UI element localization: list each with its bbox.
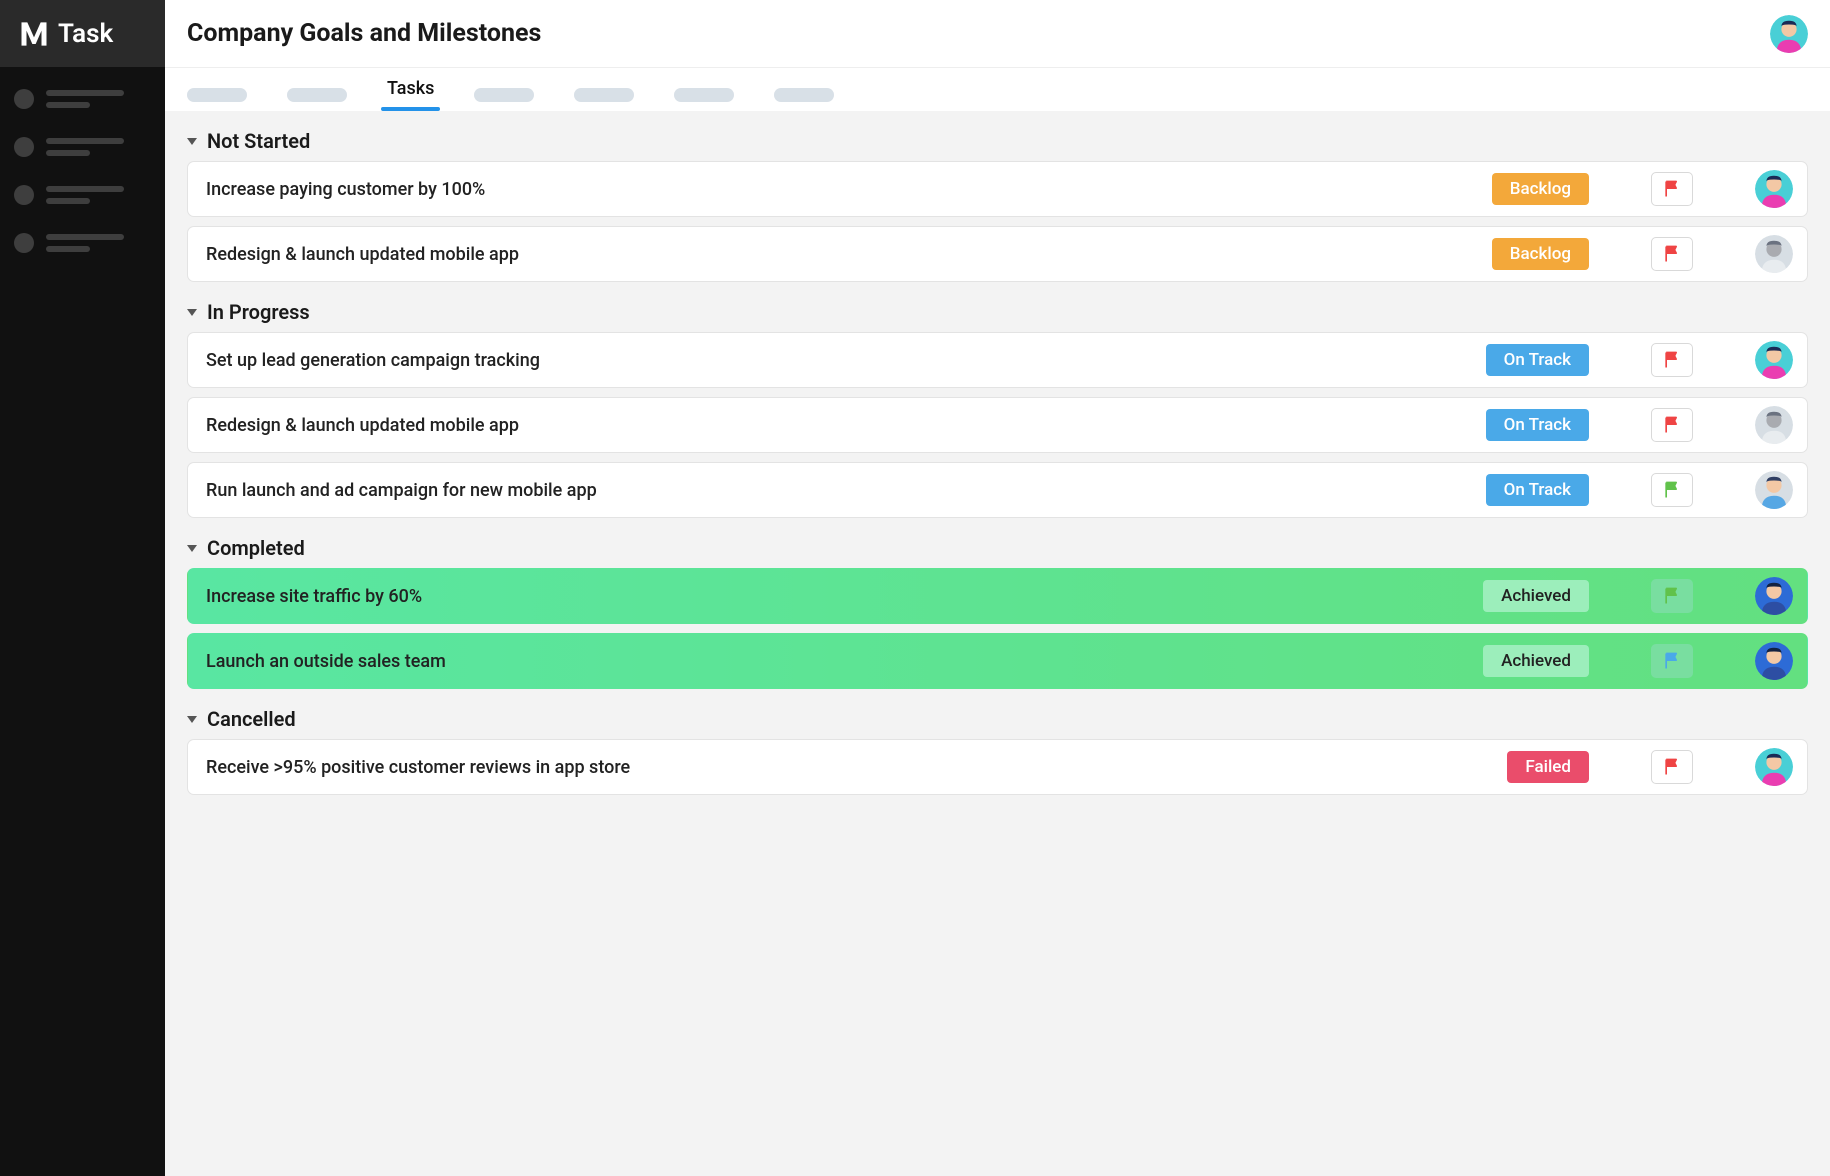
priority-flag[interactable] (1651, 408, 1693, 442)
assignee-avatar[interactable] (1755, 235, 1793, 273)
task-title: Increase paying customer by 100% (206, 179, 1478, 200)
tab-placeholder[interactable] (674, 88, 734, 102)
status-badge[interactable]: On Track (1486, 344, 1589, 376)
priority-flag[interactable] (1651, 473, 1693, 507)
status-badge[interactable]: Backlog (1492, 238, 1589, 270)
header-avatar[interactable] (1770, 15, 1808, 53)
main: Company Goals and Milestones Tasks Not S… (165, 0, 1830, 1176)
sidebar-item[interactable] (14, 233, 151, 253)
tabs: Tasks (165, 67, 1830, 111)
assignee-avatar[interactable] (1755, 471, 1793, 509)
task-title: Redesign & launch updated mobile app (206, 415, 1472, 436)
sidebar-item[interactable] (14, 137, 151, 157)
priority-flag[interactable] (1651, 172, 1693, 206)
section: Completed Increase site traffic by 60% A… (187, 536, 1808, 689)
priority-flag[interactable] (1651, 343, 1693, 377)
status-badge[interactable]: Achieved (1483, 645, 1589, 677)
chevron-down-icon (187, 716, 197, 723)
brand-logo[interactable]: Task (0, 0, 165, 67)
chevron-down-icon (187, 138, 197, 145)
section: In Progress Set up lead generation campa… (187, 300, 1808, 518)
section-header[interactable]: In Progress (187, 300, 1808, 324)
task-row[interactable]: Run launch and ad campaign for new mobil… (187, 462, 1808, 518)
task-row[interactable]: Launch an outside sales team Achieved (187, 633, 1808, 689)
sidebar-nav (0, 67, 165, 275)
section-title: Not Started (207, 129, 310, 153)
task-row[interactable]: Set up lead generation campaign tracking… (187, 332, 1808, 388)
tab-placeholder[interactable] (187, 88, 247, 102)
priority-flag[interactable] (1651, 579, 1693, 613)
section-title: Completed (207, 536, 305, 560)
task-title: Receive >95% positive customer reviews i… (206, 757, 1493, 778)
section: Not Started Increase paying customer by … (187, 129, 1808, 282)
priority-flag[interactable] (1651, 644, 1693, 678)
status-badge[interactable]: Achieved (1483, 580, 1589, 612)
section: Cancelled Receive >95% positive customer… (187, 707, 1808, 795)
status-badge[interactable]: Backlog (1492, 173, 1589, 205)
task-title: Run launch and ad campaign for new mobil… (206, 480, 1472, 501)
logo-icon (18, 18, 50, 50)
status-badge[interactable]: On Track (1486, 409, 1589, 441)
priority-flag[interactable] (1651, 237, 1693, 271)
brand-name: Task (58, 19, 113, 49)
assignee-avatar[interactable] (1755, 406, 1793, 444)
task-title: Redesign & launch updated mobile app (206, 244, 1478, 265)
page-title: Company Goals and Milestones (187, 19, 541, 48)
chevron-down-icon (187, 309, 197, 316)
task-title: Increase site traffic by 60% (206, 586, 1469, 607)
task-title: Set up lead generation campaign tracking (206, 350, 1472, 371)
status-badge[interactable]: On Track (1486, 474, 1589, 506)
tab-label: Tasks (387, 78, 434, 99)
tab-tasks[interactable]: Tasks (387, 78, 434, 111)
header: Company Goals and Milestones (165, 0, 1830, 67)
section-header[interactable]: Cancelled (187, 707, 1808, 731)
assignee-avatar[interactable] (1755, 642, 1793, 680)
sidebar-item[interactable] (14, 185, 151, 205)
task-title: Launch an outside sales team (206, 651, 1469, 672)
task-row[interactable]: Increase paying customer by 100% Backlog (187, 161, 1808, 217)
chevron-down-icon (187, 545, 197, 552)
tab-placeholder[interactable] (474, 88, 534, 102)
assignee-avatar[interactable] (1755, 577, 1793, 615)
assignee-avatar[interactable] (1755, 170, 1793, 208)
section-title: Cancelled (207, 707, 296, 731)
tab-placeholder[interactable] (574, 88, 634, 102)
section-header[interactable]: Not Started (187, 129, 1808, 153)
content: Not Started Increase paying customer by … (165, 111, 1830, 843)
section-header[interactable]: Completed (187, 536, 1808, 560)
task-row[interactable]: Redesign & launch updated mobile app Bac… (187, 226, 1808, 282)
section-title: In Progress (207, 300, 310, 324)
sidebar-item[interactable] (14, 89, 151, 109)
task-row[interactable]: Receive >95% positive customer reviews i… (187, 739, 1808, 795)
task-row[interactable]: Increase site traffic by 60% Achieved (187, 568, 1808, 624)
assignee-avatar[interactable] (1755, 341, 1793, 379)
tab-placeholder[interactable] (774, 88, 834, 102)
assignee-avatar[interactable] (1755, 748, 1793, 786)
tab-placeholder[interactable] (287, 88, 347, 102)
priority-flag[interactable] (1651, 750, 1693, 784)
sidebar: Task (0, 0, 165, 1176)
status-badge[interactable]: Failed (1507, 751, 1589, 783)
task-row[interactable]: Redesign & launch updated mobile app On … (187, 397, 1808, 453)
